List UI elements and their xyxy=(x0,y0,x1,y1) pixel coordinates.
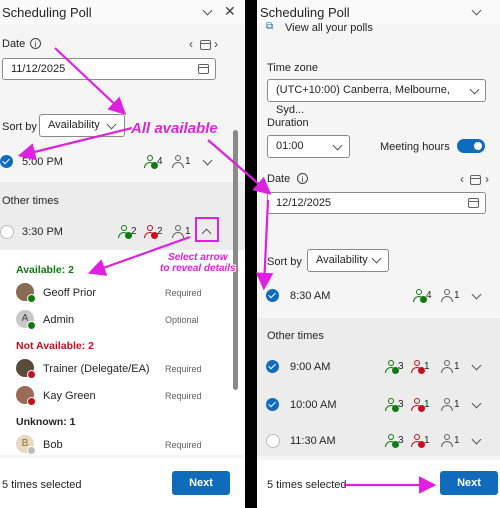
annotation-all-available: All available xyxy=(131,120,218,137)
arrow-to-date xyxy=(207,139,272,195)
arrow-to-830 xyxy=(255,199,274,291)
arrow-to-5pm xyxy=(17,126,133,161)
annotation-select-arrow: Select arrow to reveal details xyxy=(160,252,236,274)
arrow-to-all-available xyxy=(54,47,127,116)
annotation-arrows xyxy=(17,47,437,494)
